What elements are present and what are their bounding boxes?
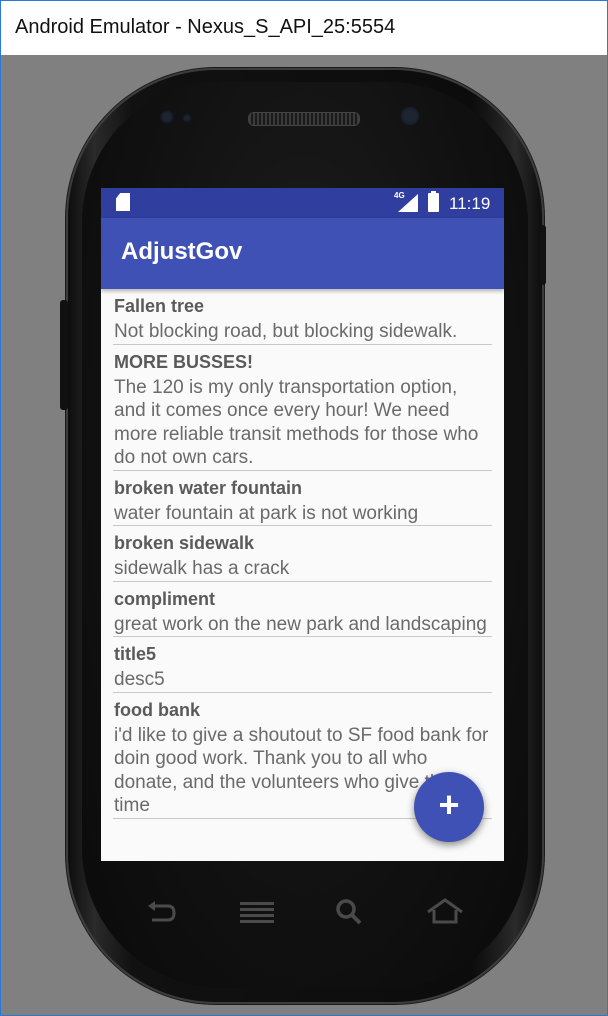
home-icon[interactable] xyxy=(420,892,470,932)
issue-title: Fallen tree xyxy=(114,296,205,316)
sd-card-icon xyxy=(116,193,130,211)
front-camera-icon xyxy=(400,106,420,126)
status-time: 11:19 xyxy=(449,194,491,213)
power-button[interactable] xyxy=(540,225,546,285)
app-title: AdjustGov xyxy=(121,238,243,265)
app-toolbar: AdjustGov xyxy=(101,218,504,289)
issue-description: water fountain at park is not working xyxy=(114,502,419,524)
volume-button[interactable] xyxy=(60,300,68,410)
signal-icon: 4G xyxy=(394,191,420,212)
back-icon[interactable] xyxy=(136,892,186,932)
list-item[interactable]: broken sidewalk sidewalk has a crack xyxy=(113,526,492,582)
network-type-label: 4G xyxy=(394,191,405,200)
status-bar: 4G 11:19 xyxy=(101,188,504,218)
earpiece-speaker xyxy=(248,112,360,126)
add-icon: + xyxy=(438,784,460,825)
list-item[interactable]: Fallen tree Not blocking road, but block… xyxy=(113,289,492,345)
list-item[interactable]: compliment great work on the new park an… xyxy=(113,582,492,637)
issue-title: title5 xyxy=(114,644,157,664)
device-screen[interactable]: 4G 11:19 AdjustGov Fallen tree Not block… xyxy=(101,188,504,861)
issue-title: broken sidewalk xyxy=(114,533,255,553)
issue-description: The 120 is my only transportation option… xyxy=(114,376,479,469)
list-item[interactable]: title5 desc5 xyxy=(113,637,492,693)
issue-title: broken water fountain xyxy=(114,477,303,498)
list-item[interactable]: MORE BUSSES! The 120 is my only transpor… xyxy=(113,345,492,471)
issue-description: great work on the new park and landscapi… xyxy=(114,613,487,635)
issue-description: sidewalk has a crack xyxy=(114,558,290,579)
issue-title: compliment xyxy=(114,588,216,609)
battery-icon xyxy=(428,191,439,212)
window-titlebar[interactable]: Android Emulator - Nexus_S_API_25:5554 xyxy=(1,1,607,55)
list-item[interactable]: broken water fountain water fountain at … xyxy=(113,471,492,526)
proximity-sensor xyxy=(160,110,174,124)
window-title: Android Emulator - Nexus_S_API_25:5554 xyxy=(15,16,396,38)
issue-title: MORE BUSSES! xyxy=(114,351,254,372)
light-sensor xyxy=(182,113,192,123)
menu-icon[interactable] xyxy=(232,892,282,932)
add-issue-button[interactable]: + xyxy=(414,772,484,842)
issue-description: desc5 xyxy=(114,669,165,690)
issue-description: Not blocking road, but blocking sidewalk… xyxy=(114,321,458,342)
issue-title: food bank xyxy=(114,699,200,720)
search-icon[interactable] xyxy=(324,892,374,932)
